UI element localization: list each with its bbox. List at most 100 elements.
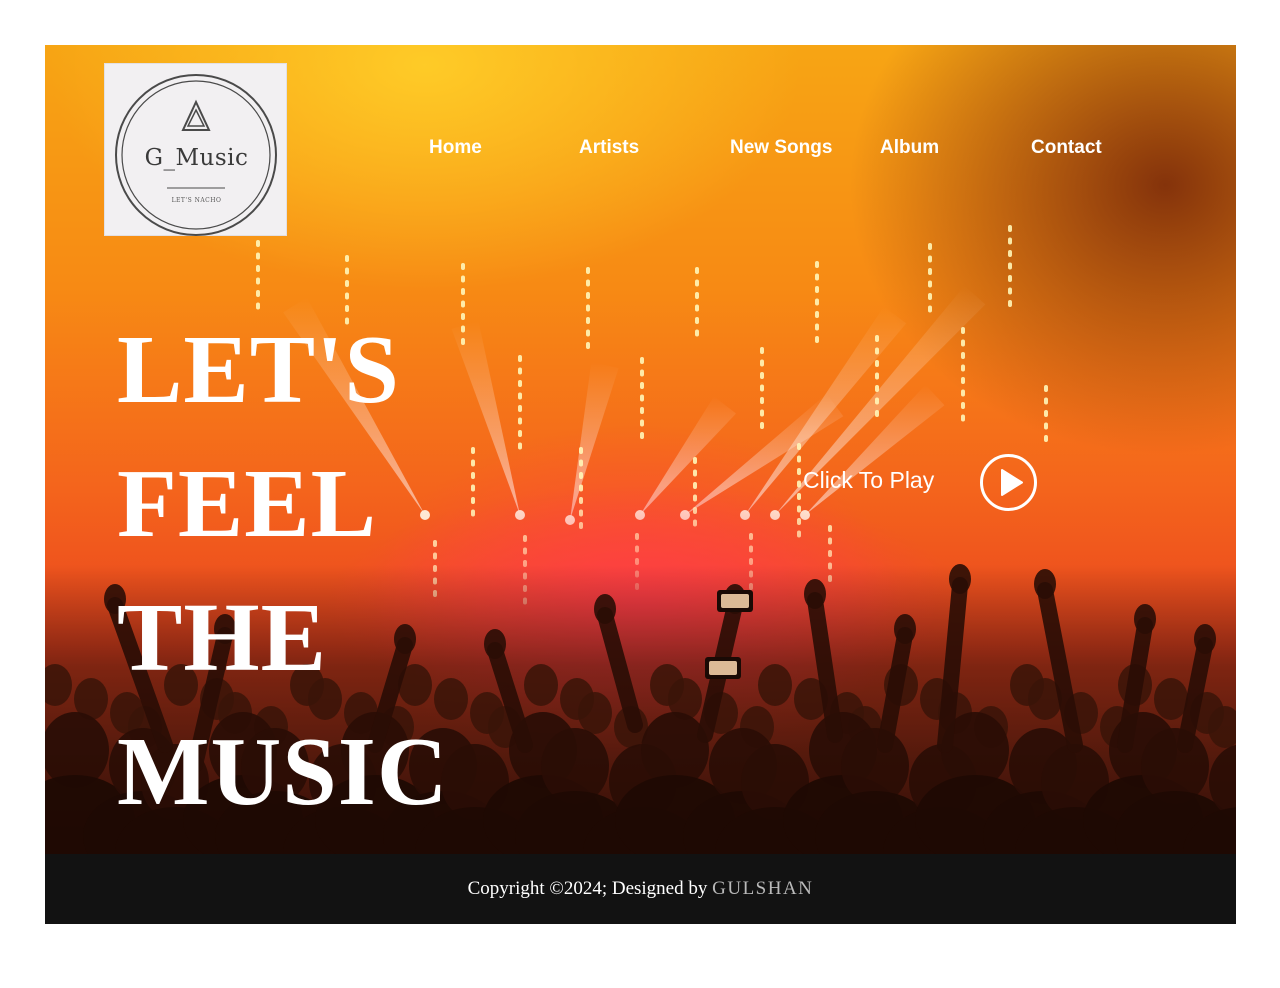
raised-hand [804,579,826,609]
nav-item-home[interactable]: Home [429,137,482,159]
crowd-head [524,664,558,706]
led-dot [518,405,522,412]
main-navigation: Home Artists New Songs Album Contact [45,137,1236,163]
led-dot [586,292,590,299]
led-dot [256,277,260,285]
led-dot [518,355,522,362]
led-dot [640,432,644,439]
led-dot [518,430,522,437]
led-dot [760,347,764,354]
headline-line-3: THE [117,584,327,692]
led-dot [640,394,644,402]
led-dot [1008,237,1012,245]
led-dot [797,468,801,475]
nav-item-contact[interactable]: Contact [1031,137,1102,159]
nav-item-album[interactable]: Album [880,137,939,159]
led-dot [928,305,932,313]
led-dot [797,455,801,463]
play-icon [1001,469,1023,496]
led-dot [1008,225,1012,232]
footer-author-link[interactable]: GULSHAN [712,878,813,899]
led-dot [961,352,965,359]
led-dot [1008,262,1012,270]
play-button[interactable] [980,454,1037,511]
led-dot [797,480,801,488]
led-dot [760,409,764,417]
led-dot [518,367,522,375]
led-dot [579,459,583,467]
led-dot [1044,385,1048,392]
led-dot [461,288,465,295]
led-dot [518,392,522,400]
led-dot [471,472,475,479]
raised-hand [894,614,916,644]
headline-line-1: LET'S [117,316,400,424]
led-dot [586,342,590,349]
led-dot [1044,397,1048,405]
led-dot [471,497,475,504]
nav-item-artists[interactable]: Artists [579,137,639,159]
led-dot [928,268,932,275]
led-dot [760,397,764,404]
phone-screen [721,594,749,608]
led-dot [815,311,819,318]
footer-copyright: Copyright ©2024; Designed by [467,878,713,899]
led-dot [345,267,349,275]
led-dot [345,292,349,300]
led-dot [928,280,932,288]
led-dot [256,240,260,247]
led-dot [345,255,349,262]
led-dot [693,469,697,477]
led-dot [875,360,879,367]
led-dot [518,442,522,450]
led-dot [797,493,801,500]
hero-headline: LET'S FEEL THE MUSIC [117,303,449,839]
led-dot [961,364,965,372]
crowd-head [1154,678,1188,720]
led-dot [797,443,801,450]
led-dot [256,290,260,297]
led-dot [1008,275,1012,282]
led-dot [695,292,699,299]
led-dot [695,304,699,312]
led-dot [471,459,475,467]
led-dot [961,377,965,384]
raised-hand [1034,569,1056,599]
led-dot [961,327,965,334]
led-dot [815,298,819,306]
headline-line-4: MUSIC [117,718,449,826]
led-dot [586,267,590,274]
led-dot [760,359,764,367]
page-footer: Copyright ©2024; Designed by GULSHAN [45,854,1236,924]
led-dot [1044,410,1048,417]
led-dot [928,293,932,300]
led-dot [961,339,965,347]
led-dot [586,304,590,312]
led-dot [695,317,699,324]
led-dot [928,255,932,263]
raised-hand [949,564,971,594]
nav-item-new-songs[interactable]: New Songs [730,137,832,159]
led-dot [760,422,764,429]
led-dot [1008,300,1012,307]
led-dot [461,313,465,320]
led-dot [586,317,590,324]
crowd-head [578,692,612,734]
led-dot [461,263,465,270]
led-dot [961,389,965,397]
click-to-play-label[interactable]: Click To Play [803,467,934,494]
raised-hand [1134,604,1156,634]
led-dot [875,385,879,392]
led-dot [815,323,819,331]
led-dot [1008,250,1012,257]
led-dot [760,372,764,379]
led-dot [875,347,879,355]
led-dot [815,336,819,343]
led-dot [961,402,965,409]
led-dot [640,369,644,377]
led-dot [461,325,465,333]
led-dot [815,273,819,281]
led-dot [695,279,699,287]
led-dot [471,447,475,454]
led-dot [640,419,644,427]
